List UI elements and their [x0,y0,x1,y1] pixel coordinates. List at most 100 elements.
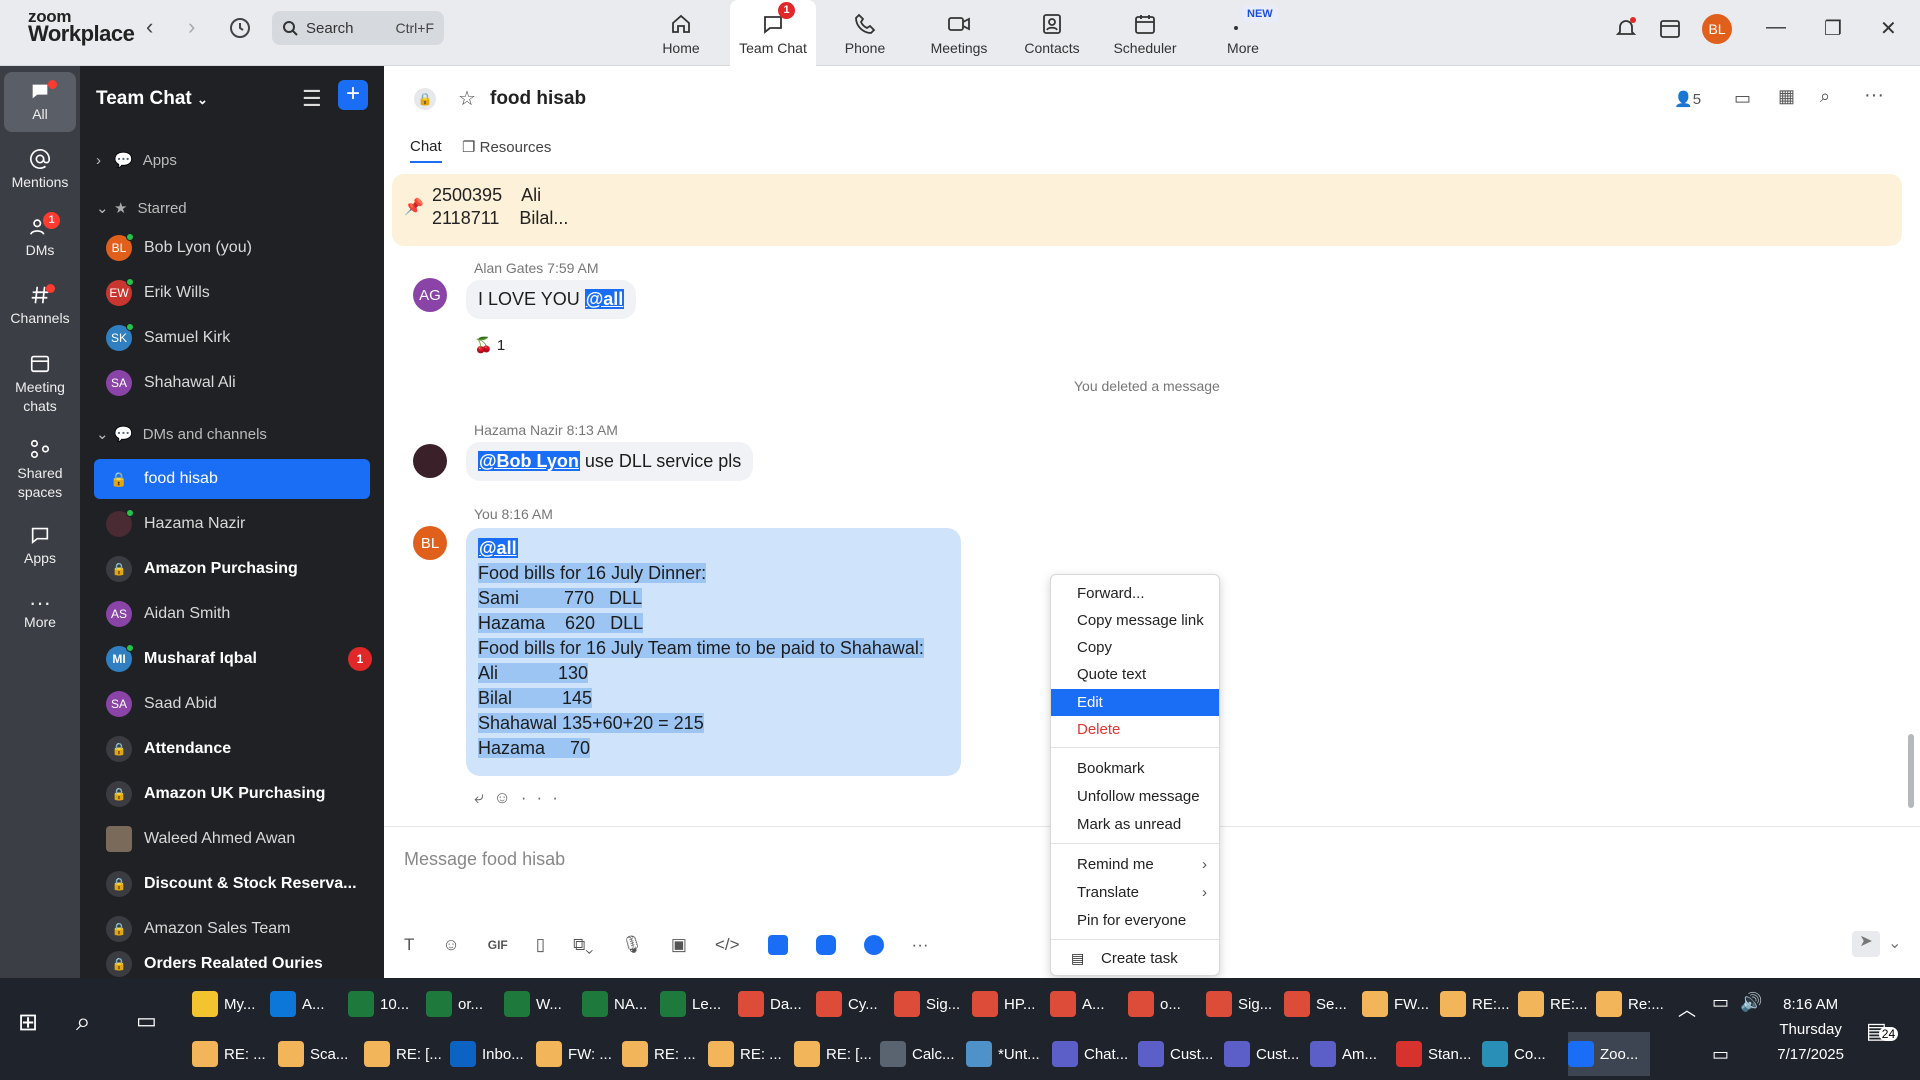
taskbar-app-button[interactable]: Stan... [1396,1032,1478,1076]
menu-item-quote[interactable]: Quote text [1051,661,1219,688]
taskbar-app-button[interactable]: RE: [... [364,1032,446,1076]
more-icon[interactable]: ··· [521,788,568,807]
rail-channels[interactable]: Channels [0,284,80,326]
menu-item-copy[interactable]: Copy [1051,634,1219,661]
taskbar-app-button[interactable]: RE: [... [794,1032,876,1076]
emoji-icon[interactable]: ☺ [494,788,521,807]
sidebar-item-samuel-kirk[interactable]: SK Samuel Kirk [96,318,372,358]
taskbar-app-button[interactable]: HP... [972,982,1046,1026]
pinned-message[interactable]: 📌 2500395 Ali 2118711 Bilal... [392,174,1902,246]
app-icon[interactable] [767,935,788,955]
taskbar-app-button[interactable]: Sig... [894,982,968,1026]
taskbar-clock[interactable]: 8:16 AM Thursday 7/17/2025 [1777,992,1844,1067]
members-button[interactable]: 👤5 [1674,90,1701,108]
menu-item-create-task[interactable]: ▤ Create task [1051,945,1219,972]
taskbar-app-button[interactable]: RE: ... [192,1032,274,1076]
gif-icon[interactable]: GIF [488,938,508,952]
calendar-icon[interactable]: ▦ [1778,86,1795,107]
send-icon[interactable]: ➤ [1852,931,1880,957]
more-options-icon[interactable]: ··· [912,935,929,955]
star-icon[interactable]: ☆ [458,86,476,111]
menu-item-delete[interactable]: Delete [1051,716,1219,743]
screenshot-icon[interactable]: ⧉⌄ [573,935,593,955]
taskbar-app-button[interactable]: Chat... [1052,1032,1134,1076]
nav-tab-home[interactable]: Home [638,0,724,66]
user-avatar[interactable]: BL [1702,14,1732,44]
close-icon[interactable]: ✕ [1880,16,1897,41]
taskbar-app-button[interactable]: Cust... [1138,1032,1220,1076]
nav-tab-team-chat[interactable]: Team Chat 1 [730,0,816,66]
new-chat-button[interactable]: + [338,80,368,110]
sidebar-item-amazon-uk-purchasing[interactable]: 🔒 Amazon UK Purchasing [96,774,372,814]
taskbar-app-button[interactable]: Cust... [1224,1032,1306,1076]
notification-bell-icon[interactable] [1614,16,1638,46]
sidebar-item-erik-wills[interactable]: EW Erik Wills [96,273,372,313]
message-input[interactable]: Message food hisab [404,849,565,870]
taskbar-app-button[interactable]: o... [1128,982,1202,1026]
battery-icon[interactable]: ▭ [1712,992,1729,1013]
reply-icon[interactable]: ⤶ [474,788,494,807]
taskbar-app-button[interactable]: Sca... [278,1032,360,1076]
menu-item-unfollow[interactable]: Unfollow message [1051,783,1219,810]
reaction[interactable]: 🍒 1 [474,336,505,354]
task-view-icon[interactable]: ▭ [136,1008,157,1034]
taskbar-app-button[interactable]: or... [426,982,500,1026]
rail-shared-spaces[interactable]: Shared spaces [0,438,80,502]
menu-item-forward[interactable]: Forward... [1051,580,1219,607]
more-options-icon[interactable]: ··· [1864,84,1884,107]
menu-item-bookmark[interactable]: Bookmark [1051,755,1219,782]
sidebar-item-attendance[interactable]: 🔒 Attendance [96,729,372,769]
restore-icon[interactable]: ❐ [1824,16,1842,41]
code-icon[interactable]: </> [715,935,740,955]
taskbar-app-button[interactable]: Zoo... [1568,1032,1650,1076]
avatar[interactable] [413,444,447,478]
windows-start-icon[interactable]: ⊞ [18,1008,38,1037]
sidebar-item-discount-stock[interactable]: 🔒 Discount & Stock Reserva... [96,864,372,904]
search-input[interactable]: Search Ctrl+F [272,11,444,45]
sidebar-item-bob-lyon[interactable]: BL Bob Lyon (you) [96,228,372,268]
sidebar-item-amazon-purchasing[interactable]: 🔒 Amazon Purchasing [96,549,372,589]
mention-tag[interactable]: @all [478,538,518,558]
tab-chat[interactable]: Chat [410,138,442,163]
chevron-up-icon[interactable]: ︿ [1678,996,1696,1022]
rail-mentions[interactable]: Mentions [0,148,80,190]
mention-tag[interactable]: @Bob Lyon [478,451,580,471]
notification-center-icon[interactable]: ▤24 [1866,1018,1899,1044]
message-bubble[interactable]: I LOVE YOU @all [466,280,637,319]
taskbar-app-button[interactable]: *Unt... [966,1032,1048,1076]
scrollbar-thumb[interactable] [1908,734,1914,808]
taskbar-app-button[interactable]: Calc... [880,1032,962,1076]
minimize-icon[interactable]: — [1766,16,1786,39]
menu-item-mark-unread[interactable]: Mark as unread [1051,811,1219,838]
taskbar-app-button[interactable]: Co... [1482,1032,1564,1076]
taskbar-app-button[interactable]: A... [1050,982,1124,1026]
sidebar-title[interactable]: Team Chat ⌄ [96,88,208,110]
volume-icon[interactable]: 🔊 [1740,992,1762,1013]
taskbar-app-button[interactable]: W... [504,982,578,1026]
mention-tag[interactable]: @all [584,289,625,309]
menu-item-pin[interactable]: Pin for everyone [1051,907,1219,934]
history-icon[interactable] [228,16,252,46]
taskbar-app-button[interactable]: Se... [1284,982,1358,1026]
emoji-icon[interactable]: ☺ [442,935,459,955]
sidebar-item-food-hisab[interactable]: 🔒 food hisab [94,459,370,499]
section-dms-channels[interactable]: ⌄ 💬 DMs and channels [96,414,372,454]
sidebar-item-waleed-ahmed-awan[interactable]: Waleed Ahmed Awan [96,819,372,859]
tab-resources[interactable]: ❐ Resources [462,138,551,156]
rail-dms[interactable]: DMs 1 [0,212,80,258]
app-icon[interactable] [863,935,884,955]
taskbar-app-button[interactable]: FW... [1362,982,1436,1026]
taskbar-app-button[interactable]: Cy... [816,982,890,1026]
taskbar-app-button[interactable]: Re:... [1596,982,1670,1026]
taskbar-app-button[interactable]: RE: ... [622,1032,704,1076]
nav-tab-phone[interactable]: Phone [822,0,908,66]
filter-icon[interactable]: ☰ [302,86,322,112]
chevron-down-icon[interactable]: ⌄ [1888,933,1901,953]
rail-apps[interactable]: Apps [0,524,80,566]
taskbar-app-button[interactable]: My... [192,982,266,1026]
taskbar-app-button[interactable]: RE:... [1440,982,1514,1026]
rail-all[interactable]: All [4,72,76,132]
file-icon[interactable]: ▯ [536,935,545,955]
sidebar-item-musharaf-iqbal[interactable]: MI Musharaf Iqbal 1 [96,639,372,679]
avatar[interactable]: AG [413,278,447,312]
